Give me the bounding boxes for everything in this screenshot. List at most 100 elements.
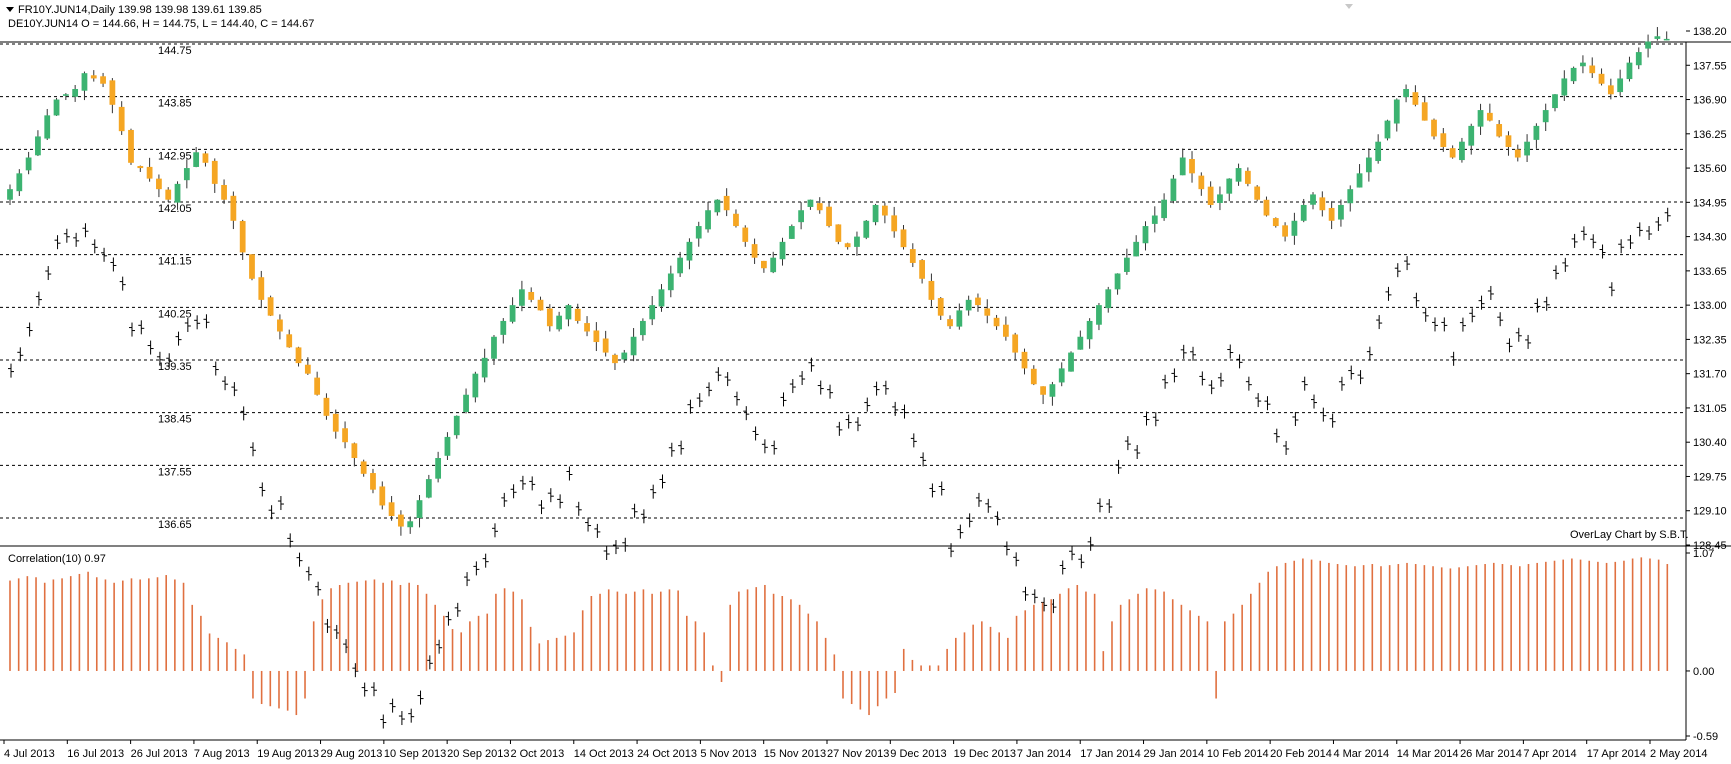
candle-body (667, 273, 674, 291)
candle-body (16, 173, 23, 192)
candle-body (249, 254, 255, 279)
overlay-tick-label: 143.85 (158, 98, 192, 110)
candle-body (1496, 124, 1503, 137)
candle-body (1598, 73, 1605, 84)
candle-body (1235, 168, 1242, 182)
price-axis-tick-label: 129.75 (1693, 471, 1727, 483)
candle-body (1486, 112, 1493, 121)
candle-body (128, 129, 134, 163)
candle-body (463, 394, 469, 412)
candle-body (826, 206, 832, 227)
candle-body (277, 319, 283, 332)
candle-body (956, 310, 963, 327)
time-axis-tick-label: 4 Mar 2014 (1333, 748, 1389, 760)
candle-body (1263, 199, 1270, 216)
candle-body (1403, 88, 1409, 98)
candle-body (723, 195, 730, 211)
time-axis-tick-label: 14 Oct 2013 (574, 748, 634, 760)
candle-body (640, 320, 646, 336)
candle-body (444, 436, 451, 456)
time-axis-tick-label: 15 Nov 2013 (764, 748, 826, 760)
candle-body (1514, 149, 1521, 158)
time-axis-tick-label: 26 Jul 2013 (131, 748, 188, 760)
candle-body (72, 88, 79, 97)
candle-body (863, 220, 870, 238)
candle-body (714, 199, 721, 213)
correlation-axis-tick-label: 0.00 (1693, 666, 1714, 678)
chart-window: FR10Y.JUN14,Daily 139.98 139.98 139.61 1… (0, 0, 1731, 761)
chart-menu-icon[interactable] (6, 7, 14, 12)
candle-body (602, 338, 609, 353)
candle-body (1561, 78, 1568, 96)
candle-body (1151, 215, 1158, 224)
time-axis-tick-label: 2 Oct 2013 (510, 748, 564, 760)
candle-body (258, 277, 265, 300)
candle-body (425, 479, 432, 498)
candle-body (351, 443, 358, 459)
candle-body (872, 204, 879, 223)
candle-body (1533, 125, 1540, 140)
scroll-marker-icon (1345, 4, 1353, 9)
candle-body (705, 210, 711, 230)
candle-body (1421, 102, 1428, 121)
candle-body (546, 308, 553, 327)
candle-body (1375, 141, 1382, 162)
price-axis-tick-label: 132.35 (1693, 334, 1727, 346)
candle-body (835, 224, 842, 242)
candle-body (1068, 352, 1074, 372)
time-axis-tick-label: 7 Aug 2013 (194, 748, 250, 760)
time-axis-tick-label: 10 Sep 2013 (384, 748, 446, 760)
candle-body (1133, 241, 1140, 257)
candle-body (481, 357, 488, 378)
candle-body (35, 136, 41, 156)
candle-body (1626, 62, 1633, 80)
candle-body (1310, 194, 1316, 205)
candle-body (1663, 38, 1670, 41)
price-axis-tick-label: 135.60 (1693, 163, 1727, 175)
candle-body (1431, 119, 1437, 137)
overlay-tick-label: 138.45 (158, 414, 192, 426)
candle-body (81, 73, 88, 91)
candle-body (621, 352, 628, 360)
candle-body (658, 289, 665, 307)
candle-body (25, 157, 32, 171)
correlation-label: Correlation(10) 0.97 (8, 553, 106, 565)
candle-body (919, 260, 925, 279)
candle-body (1300, 204, 1307, 221)
candle-body (90, 75, 97, 79)
candle-body (1365, 157, 1372, 173)
candle-body (1440, 133, 1447, 147)
candle-body (1328, 207, 1335, 221)
candle-body (965, 299, 972, 311)
time-axis-tick-label: 7 Apr 2014 (1523, 748, 1576, 760)
candle-body (453, 415, 460, 436)
candle-body (1114, 273, 1121, 290)
candle-body (993, 317, 1000, 327)
overlay-tick-label: 144.75 (158, 45, 192, 57)
candle-body (100, 76, 106, 84)
candle-body (1542, 110, 1549, 123)
candle-body (1189, 158, 1195, 174)
time-axis-tick-label: 29 Jan 2014 (1144, 748, 1205, 760)
candle-body (109, 80, 116, 105)
correlation-axis-tick-label: 1.07 (1693, 548, 1714, 560)
candle-body (937, 298, 944, 316)
candle-body (509, 305, 516, 322)
candle-body (1635, 52, 1642, 66)
time-axis-tick-label: 16 Jul 2013 (67, 748, 124, 760)
candle-body (844, 243, 851, 248)
candle-body (1393, 99, 1400, 124)
candle-body (1161, 199, 1167, 219)
candle-body (304, 364, 311, 374)
price-axis-tick-label: 136.90 (1693, 95, 1727, 107)
price-axis-tick-label: 133.00 (1693, 300, 1727, 312)
price-axis-tick-label: 134.30 (1693, 232, 1727, 244)
candle-body (1617, 78, 1624, 93)
chart-credit: OverLay Chart by S.B.T. (1570, 529, 1689, 541)
candle-body (1002, 324, 1009, 337)
candle-body (1244, 170, 1251, 184)
price-axis-tick-label: 134.95 (1693, 197, 1727, 209)
candle-body (1217, 194, 1223, 203)
candle-body (695, 226, 702, 239)
candle-body (528, 291, 535, 300)
